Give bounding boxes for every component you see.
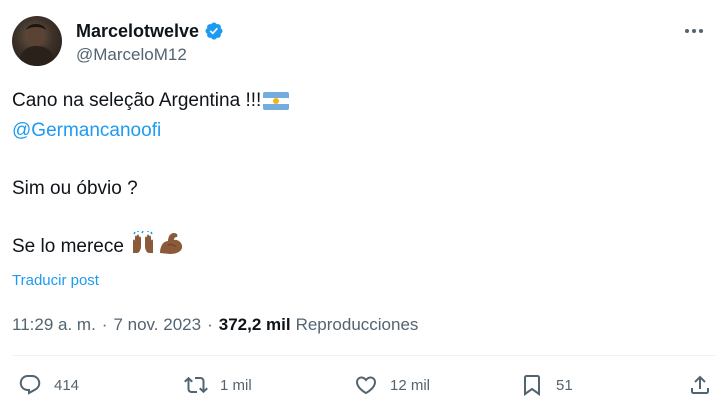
translate-post-link[interactable]: Traducir post <box>12 272 99 289</box>
action-bar: 414 1 mil 12 mil 51 <box>0 362 727 408</box>
argentina-flag-icon <box>263 92 290 110</box>
reply-button[interactable]: 414 <box>18 372 79 398</box>
reply-count: 414 <box>54 376 80 394</box>
repost-icon <box>184 373 208 397</box>
raising-hands-icon <box>130 229 156 264</box>
share-button[interactable] <box>688 372 712 398</box>
tweet-time[interactable]: 11:29 a. m. <box>12 315 96 335</box>
repost-button[interactable]: 1 mil <box>184 372 252 398</box>
meta-separator: · <box>101 315 108 334</box>
tweet-line-4: Se lo merece <box>12 236 124 257</box>
tweet-line-1: Cano na seleção Argentina !!! <box>12 90 262 111</box>
avatar[interactable] <box>12 16 62 66</box>
more-options-icon[interactable] <box>681 20 707 42</box>
bookmark-count: 51 <box>556 376 573 394</box>
tweet-line-3: Sim ou óbvio ? <box>12 178 138 199</box>
heart-icon <box>354 373 378 397</box>
reply-icon <box>18 373 42 397</box>
tweet-card: Marcelotwelve @MarceloM12 Cano na seleçã… <box>0 0 727 410</box>
tweet-header: Marcelotwelve @MarceloM12 <box>12 16 715 68</box>
bookmark-icon <box>520 373 544 397</box>
repost-count: 1 mil <box>220 376 252 394</box>
tweet-body: Cano na seleção Argentina !!! @Germancan… <box>12 86 715 262</box>
like-button[interactable]: 12 mil <box>354 372 430 398</box>
like-count: 12 mil <box>390 376 431 394</box>
tweet-meta: 11:29 a. m. · 7 nov. 2023 · 372,2 mil Re… <box>12 312 418 338</box>
author-handle[interactable]: @MarceloM12 <box>76 45 224 65</box>
verified-badge-icon <box>204 21 224 41</box>
author-names: Marcelotwelve @MarceloM12 <box>76 19 224 65</box>
mention-link[interactable]: @Germancanoofi <box>12 117 161 145</box>
flexed-biceps-icon <box>158 231 184 264</box>
divider <box>12 355 715 356</box>
views-label: Reproducciones <box>295 315 419 334</box>
views-count: 372,2 mil <box>218 315 291 334</box>
meta-separator: · <box>207 315 213 334</box>
share-icon <box>688 373 712 397</box>
author-display-name[interactable]: Marcelotwelve <box>76 21 199 42</box>
bookmark-button[interactable]: 51 <box>520 372 573 398</box>
tweet-date[interactable]: 7 nov. 2023 <box>113 315 201 335</box>
